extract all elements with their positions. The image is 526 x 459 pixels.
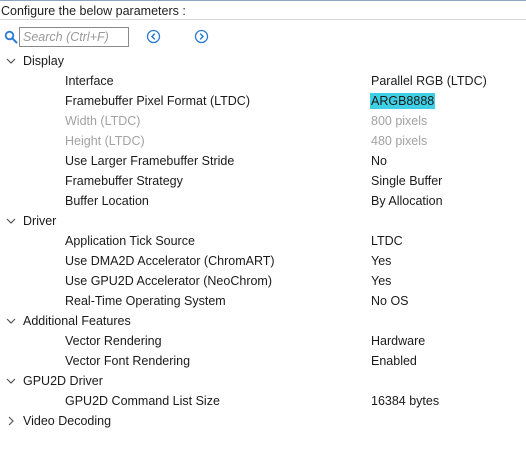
group-label: Display bbox=[23, 54, 64, 68]
param-name: Use GPU2D Accelerator (NeoChrom) bbox=[65, 274, 273, 288]
param-row-tick-source[interactable]: Application Tick Source LTDC bbox=[0, 231, 526, 251]
param-name: Width (LTDC) bbox=[65, 114, 141, 128]
group-driver[interactable]: Driver bbox=[0, 211, 526, 231]
parameter-tree: Display Interface Parallel RGB (LTDC) Fr… bbox=[0, 51, 526, 431]
param-name: Framebuffer Pixel Format (LTDC) bbox=[65, 94, 250, 108]
param-value[interactable]: Yes bbox=[371, 271, 391, 291]
param-value: 480 pixels bbox=[371, 134, 428, 148]
param-value[interactable]: By Allocation bbox=[371, 191, 443, 211]
group-gpu2d-driver[interactable]: GPU2D Driver bbox=[0, 371, 526, 391]
group-label: GPU2D Driver bbox=[23, 374, 103, 388]
param-value[interactable]: Enabled bbox=[371, 351, 417, 371]
param-row-vector-font[interactable]: Vector Font Rendering Enabled bbox=[0, 351, 526, 371]
param-value[interactable]: Single Buffer bbox=[371, 171, 442, 191]
group-additional-features[interactable]: Additional Features bbox=[0, 311, 526, 331]
param-name: Vector Rendering bbox=[65, 334, 162, 348]
panel-title: Configure the below parameters : bbox=[1, 4, 186, 18]
param-value[interactable]: Hardware bbox=[371, 331, 425, 351]
param-value: 800 pixels bbox=[371, 114, 428, 128]
param-value[interactable]: LTDC bbox=[371, 231, 403, 251]
chevron-down-icon[interactable] bbox=[6, 316, 16, 326]
group-video-decoding[interactable]: Video Decoding bbox=[0, 411, 526, 431]
chevron-right-icon[interactable] bbox=[6, 416, 16, 426]
param-row-pixel-format[interactable]: Framebuffer Pixel Format (LTDC) ARGB8888 bbox=[0, 91, 526, 111]
param-row-dma2d[interactable]: Use DMA2D Accelerator (ChromART) Yes bbox=[0, 251, 526, 271]
circle-chevron-left-icon[interactable] bbox=[146, 29, 161, 44]
param-row-cmd-list-size[interactable]: GPU2D Command List Size 16384 bytes bbox=[0, 391, 526, 411]
param-name: Use DMA2D Accelerator (ChromART) bbox=[65, 254, 275, 268]
chevron-down-icon[interactable] bbox=[6, 56, 16, 66]
param-value[interactable]: Yes bbox=[371, 251, 391, 271]
param-name: Interface bbox=[65, 74, 114, 88]
search-icon[interactable] bbox=[4, 30, 18, 44]
param-row-height: Height (LTDC) 480 pixels bbox=[0, 131, 526, 151]
param-row-width: Width (LTDC) 800 pixels bbox=[0, 111, 526, 131]
param-name: Height (LTDC) bbox=[65, 134, 145, 148]
param-row-strategy[interactable]: Framebuffer Strategy Single Buffer bbox=[0, 171, 526, 191]
param-name: Vector Font Rendering bbox=[65, 354, 191, 368]
param-value[interactable]: No bbox=[371, 151, 387, 171]
circle-chevron-right-icon[interactable] bbox=[194, 29, 209, 44]
param-value-highlighted[interactable]: ARGB8888 bbox=[370, 93, 436, 109]
param-row-gpu2d[interactable]: Use GPU2D Accelerator (NeoChrom) Yes bbox=[0, 271, 526, 291]
param-name: Real-Time Operating System bbox=[65, 294, 226, 308]
group-label: Video Decoding bbox=[23, 414, 112, 428]
group-display[interactable]: Display bbox=[0, 51, 526, 71]
param-name: Buffer Location bbox=[65, 194, 149, 208]
group-label: Additional Features bbox=[23, 314, 131, 328]
chevron-down-icon[interactable] bbox=[6, 216, 16, 226]
param-row-buffer-location[interactable]: Buffer Location By Allocation bbox=[0, 191, 526, 211]
param-name: Use Larger Framebuffer Stride bbox=[65, 154, 235, 168]
chevron-down-icon[interactable] bbox=[6, 376, 16, 386]
search-toolbar bbox=[0, 24, 526, 50]
param-row-vector-rendering[interactable]: Vector Rendering Hardware bbox=[0, 331, 526, 351]
param-name: Framebuffer Strategy bbox=[65, 174, 183, 188]
param-value[interactable]: No OS bbox=[371, 291, 409, 311]
param-value[interactable]: Parallel RGB (LTDC) bbox=[371, 71, 487, 91]
panel-header: Configure the below parameters : bbox=[0, 0, 526, 20]
param-value[interactable]: 16384 bytes bbox=[371, 391, 439, 411]
param-row-larger-stride[interactable]: Use Larger Framebuffer Stride No bbox=[0, 151, 526, 171]
param-name: Application Tick Source bbox=[65, 234, 195, 248]
param-name: GPU2D Command List Size bbox=[65, 394, 220, 408]
search-input[interactable] bbox=[19, 27, 129, 47]
param-row-interface[interactable]: Interface Parallel RGB (LTDC) bbox=[0, 71, 526, 91]
param-row-rtos[interactable]: Real-Time Operating System No OS bbox=[0, 291, 526, 311]
group-label: Driver bbox=[23, 214, 57, 228]
